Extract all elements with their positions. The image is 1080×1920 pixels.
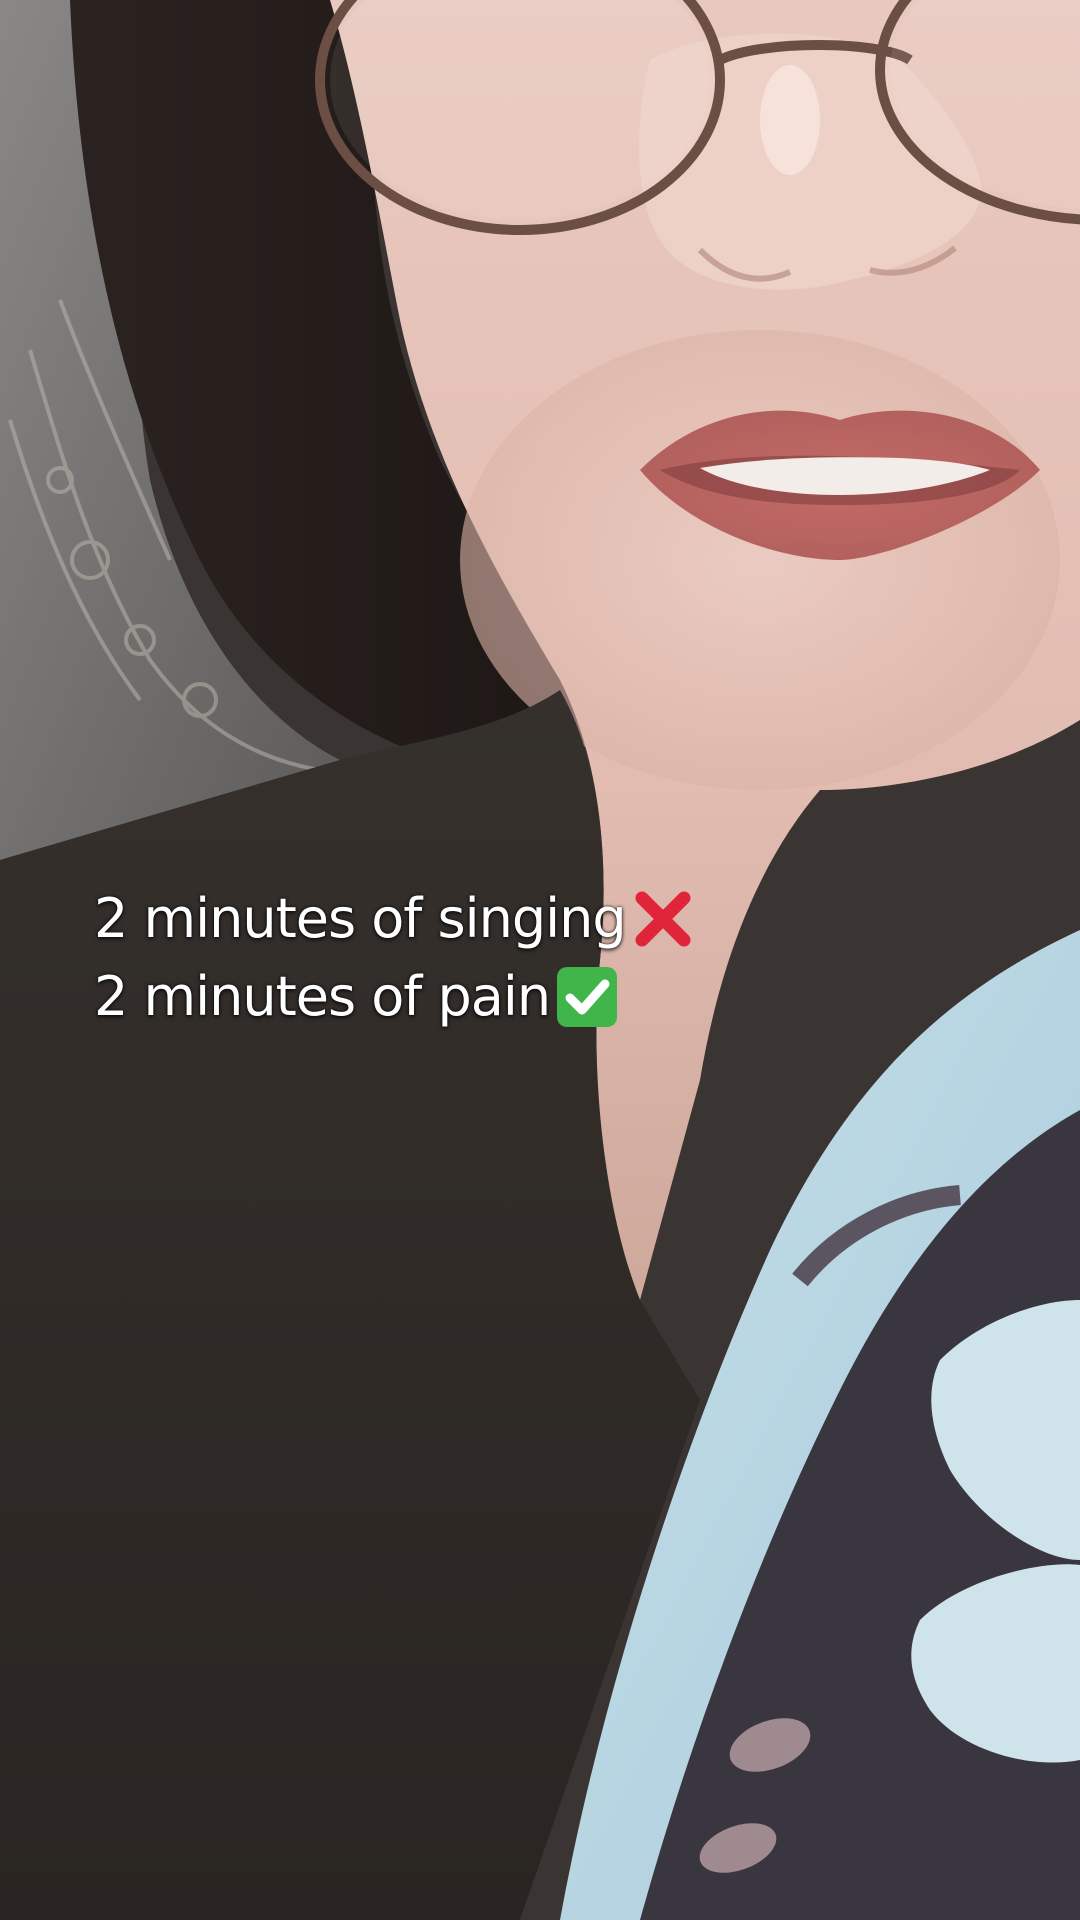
video-caption: 2 minutes of singing 2 minutes of pain <box>94 880 698 1036</box>
caption-line-1: 2 minutes of singing <box>94 880 698 958</box>
red-cross-mark-icon <box>628 884 698 954</box>
caption-line-2-text: 2 minutes of pain <box>94 965 551 1028</box>
caption-line-1-text: 2 minutes of singing <box>94 887 627 950</box>
green-check-mark-icon <box>552 962 622 1032</box>
video-frame: 2 minutes of singing 2 minutes of pain <box>0 0 1080 1920</box>
caption-line-2: 2 minutes of pain <box>94 958 698 1036</box>
